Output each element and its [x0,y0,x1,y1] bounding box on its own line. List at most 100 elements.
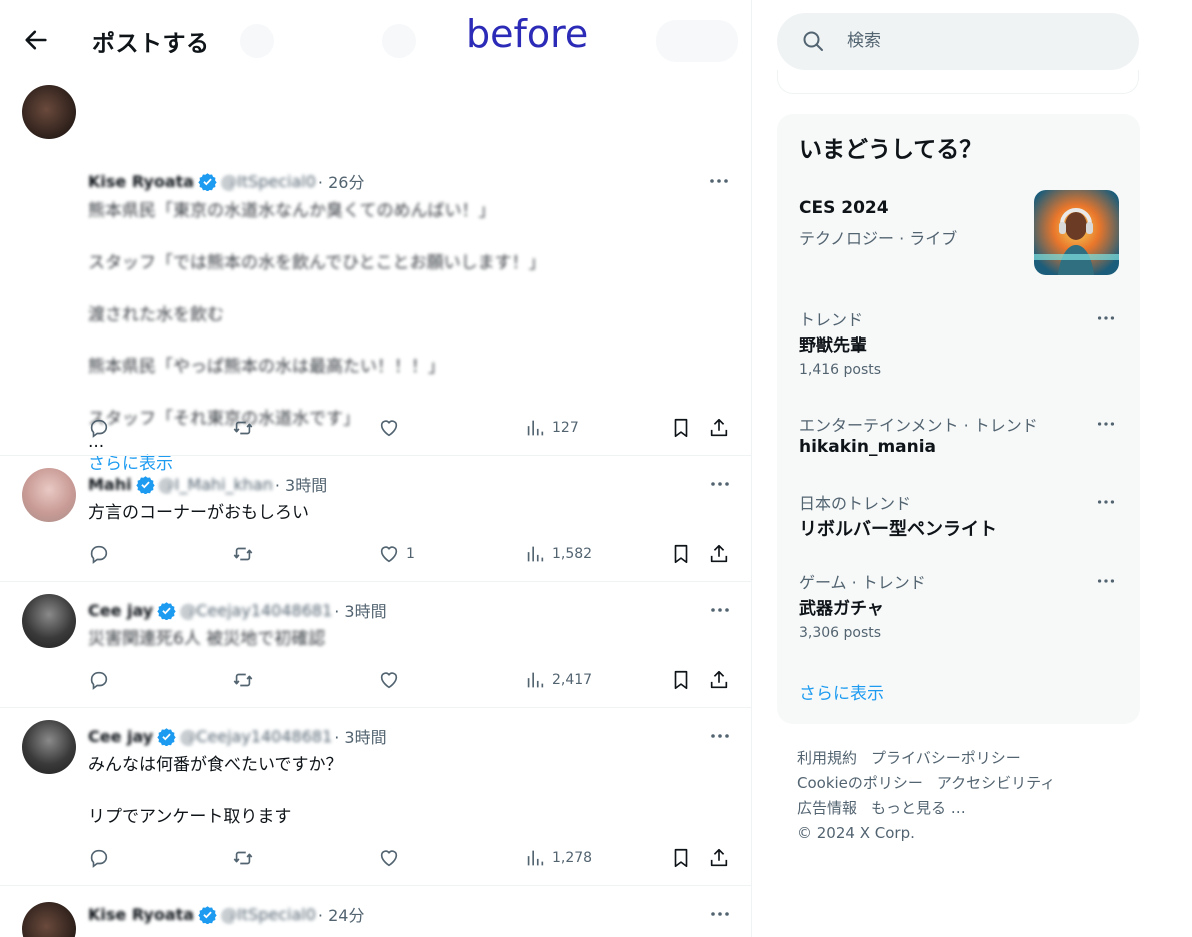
views-chart-icon [527,420,544,436]
views-button[interactable]: 2,417 [524,665,592,695]
like-button[interactable] [378,665,406,695]
faded-button [240,24,274,58]
like-count: 1 [406,546,415,562]
view-count: 1,278 [552,850,593,866]
footer-link-ads[interactable]: 広告情報 [797,799,857,817]
post[interactable]: Mahi @I_Mahi_khan · 3時間 方言のコーナーがおもしろい 1 … [0,456,752,581]
reply-button[interactable] [88,843,110,873]
like-button[interactable] [378,843,406,873]
timestamp[interactable]: · 24分 [318,902,365,926]
avatar[interactable] [22,594,76,648]
more-icon[interactable] [708,472,732,496]
footer-link-terms[interactable]: 利用規約 [797,749,857,767]
avatar[interactable] [22,468,76,522]
search-box[interactable] [777,13,1139,70]
views-button[interactable]: 1,582 [524,539,592,569]
more-icon[interactable] [1095,307,1117,329]
bookmark-button[interactable] [670,413,692,443]
avatar[interactable] [22,902,76,937]
trend-item[interactable]: 日本のトレンド リボルバー型ペンライト [777,490,1140,542]
share-button[interactable] [708,539,730,569]
repost-button[interactable] [232,413,254,443]
footer-link-privacy[interactable]: プライバシーポリシー [871,749,1021,767]
trend-category: 日本のトレンド [799,494,912,513]
trends-show-more-link[interactable]: さらに表示 [799,679,884,704]
bookmark-button[interactable] [670,539,692,569]
footer-link-more[interactable]: もっと見る … [871,799,966,817]
display-name[interactable]: Kise Ryoata [88,172,194,191]
trend-item[interactable]: エンターテインメント · トレンド hikakin_mania [777,412,1140,464]
views-button[interactable]: 1,278 [524,843,592,873]
bookmark-button[interactable] [670,665,692,695]
display-name[interactable]: Cee jay [88,727,153,746]
share-button[interactable] [708,665,730,695]
timestamp[interactable]: · 3時間 [334,598,386,622]
share-button[interactable] [708,413,730,443]
display-name[interactable]: Mahi [88,475,132,494]
feature-title[interactable]: CES 2024 [799,198,889,218]
more-icon[interactable] [1095,413,1117,435]
back-arrow-icon[interactable] [22,26,50,54]
trend-item[interactable]: トレンド 野獣先輩 1,416 posts [777,306,1140,382]
post-text: 災害関連死6人 被災地で初確認 [88,629,326,649]
display-name[interactable]: Kise Ryoata [88,905,194,924]
post[interactable]: Kise Ryoata @ItSpecial0 · 26分 熊本県民「東京の水道… [0,82,751,474]
more-icon[interactable] [708,598,732,622]
bookmark-button[interactable] [670,843,692,873]
footer-link-cookie[interactable]: Cookieのポリシー [797,774,923,792]
timestamp[interactable]: · 26分 [318,169,365,193]
faded-button [382,24,416,58]
trend-count: 3,306 posts [799,625,882,641]
post-text: 熊本県民「東京の水道水なんか臭くてのめんばい！」 スタッフ「では熊本の水を飲んで… [88,201,546,429]
more-icon[interactable] [707,169,731,193]
repost-button[interactable] [232,665,254,695]
trend-count: 1,416 posts [799,362,882,378]
footer-row: 利用規約 プライバシーポリシー [797,746,1137,771]
handle[interactable]: @Ceejay14048681 [180,601,332,620]
more-icon[interactable] [1095,491,1117,513]
post[interactable]: Cee jay @Ceejay14048681 · 3時間 災害関連死6人 被災… [0,582,752,707]
footer-row: Cookieのポリシー アクセシビリティ [797,771,1137,796]
trend-item[interactable]: ゲーム · トレンド 武器ガチャ 3,306 posts [777,569,1140,645]
display-name[interactable]: Cee jay [88,601,153,620]
feature-thumbnail[interactable] [1034,190,1119,275]
trends-panel: いまどうしてる？ CES 2024 テクノロジー · ライブ トレンド 野獣先輩 [777,114,1140,724]
repost-button[interactable] [232,843,254,873]
more-icon[interactable] [708,724,732,748]
repost-button[interactable] [232,539,254,569]
heart-icon [380,420,398,437]
avatar[interactable] [22,720,76,774]
before-overlay-label: before [466,12,589,56]
heart-icon [380,672,398,689]
views-button[interactable]: 127 [524,413,579,443]
reply-button[interactable] [88,413,110,443]
share-icon [710,848,728,867]
trend-category: トレンド [799,310,864,329]
reply-button[interactable] [88,539,110,569]
verified-badge-icon [198,172,217,191]
footer-link-accessibility[interactable]: アクセシビリティ [937,774,1055,792]
trend-category: ゲーム · トレンド [799,573,926,592]
handle[interactable]: @Ceejay14048681 [180,727,332,746]
timestamp[interactable]: · 3時間 [275,472,327,496]
timestamp[interactable]: · 3時間 [334,724,386,748]
share-button[interactable] [708,843,730,873]
post[interactable]: Kise Ryoata @ItSpecial0 · 24分 [0,886,752,937]
post[interactable]: Cee jay @Ceejay14048681 · 3時間 みんなは何番が食べた… [0,708,752,885]
verified-badge-icon [198,905,217,924]
handle[interactable]: @ItSpecial0 [221,905,316,924]
like-button[interactable] [378,413,406,443]
trend-name: 野獣先輩 [799,336,867,356]
repost-icon [233,421,253,435]
handle[interactable]: @I_Mahi_khan [159,475,273,494]
post-header: Kise Ryoata @ItSpecial0 · 24分 [88,901,364,927]
heart-icon [380,850,398,867]
copyright: © 2024 X Corp. [797,824,915,842]
more-icon[interactable] [708,902,732,926]
like-button[interactable]: 1 [378,539,415,569]
avatar[interactable] [22,85,76,139]
more-icon[interactable] [1095,570,1117,592]
reply-button[interactable] [88,665,110,695]
handle[interactable]: @ItSpecial0 [221,172,316,191]
search-input[interactable] [847,27,1117,55]
